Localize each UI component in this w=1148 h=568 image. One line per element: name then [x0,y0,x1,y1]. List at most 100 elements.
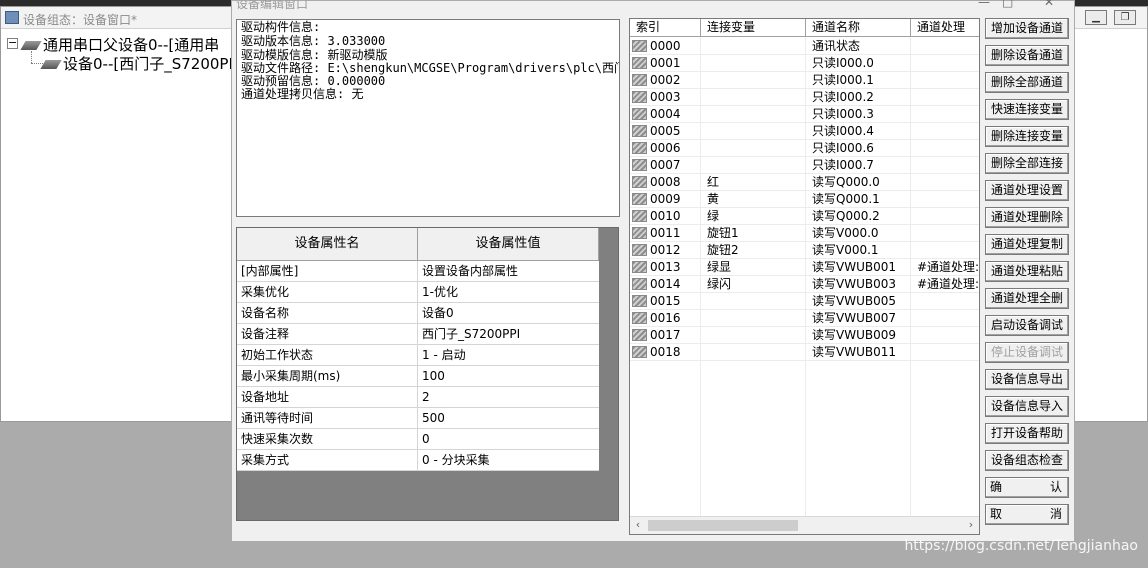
property-value[interactable]: 设置设备内部属性 [418,261,599,282]
property-row[interactable]: 设备地址 2 [237,387,599,408]
scroll-left-icon[interactable]: ‹ [630,517,646,534]
channel-row-icon [632,244,647,256]
property-value[interactable]: 0 [418,429,599,450]
channel-row[interactable]: 0010 绿 读写Q000.2 [630,208,979,225]
tree-item-root[interactable]: 通用串口父设备0--[通用串 [20,34,219,55]
channel-row[interactable]: 0018 读写VWUB011 [630,344,979,361]
dialog-minimize-icon[interactable]: — [978,0,990,9]
channel-row-icon [632,159,647,171]
channel-name: 读写V000.0 [812,226,879,240]
tree-item-device0-label: 设备0--[西门子_S7200PI [63,55,233,73]
channel-index: 0016 [630,310,700,327]
column-header-index[interactable]: 索引 [630,19,701,37]
channel-name: 读写Q000.1 [812,192,880,206]
column-header-variable[interactable]: 连接变量 [701,19,806,37]
channel-row[interactable]: 0003 只读I000.2 [630,89,979,106]
channel-row[interactable]: 0014 绿闪 读写VWUB003 #通道处理: [630,276,979,293]
action-button[interactable]: 设备信息导出 [985,369,1069,390]
property-row[interactable]: 最小采集周期(ms) 100 [237,366,599,387]
driver-info-line: 驱动版本信息: 3.033000 [241,34,386,48]
scroll-right-icon[interactable]: › [963,517,979,534]
channel-row[interactable]: 0006 只读I000.6 [630,140,979,157]
channel-row[interactable]: 0005 只读I000.4 [630,123,979,140]
action-button[interactable]: 删除全部通道 [985,72,1069,93]
channel-row[interactable]: 0000 通讯状态 [630,38,979,55]
action-button[interactable]: 设备信息导入 [985,396,1069,417]
action-button[interactable]: 启动设备调试 [985,315,1069,336]
horizontal-scrollbar[interactable]: ‹ › [630,516,979,534]
channel-row[interactable]: 0008 红 读写Q000.0 [630,174,979,191]
dialog-maximize-icon[interactable]: □ [1002,0,1013,9]
property-row[interactable]: 采集优化 1-优化 [237,282,599,303]
channel-index: 0011 [630,225,700,242]
tree-collapse-icon[interactable]: − [7,37,18,49]
channel-variable [701,310,805,327]
channel-index-text: 0014 [650,277,681,291]
channel-row-icon [632,125,647,137]
restore-button[interactable]: ❐ [1114,10,1136,25]
channel-row[interactable]: 0009 黄 读写Q000.1 [630,191,979,208]
channel-row[interactable]: 0016 读写VWUB007 [630,310,979,327]
channel-index: 0008 [630,174,700,191]
channel-row-icon [632,108,647,120]
dialog-close-icon[interactable]: ✕ [1044,0,1054,9]
property-row[interactable]: 设备名称 设备0 [237,303,599,324]
action-button[interactable]: 通道处理复制 [985,234,1069,255]
action-button[interactable]: 打开设备帮助 [985,423,1069,444]
action-button[interactable]: 删除连接变量 [985,126,1069,147]
channel-row[interactable]: 0002 只读I000.1 [630,72,979,89]
channel-name: 读写VWUB001 [812,260,896,274]
channel-index: 0006 [630,140,700,157]
minimize-button[interactable]: ▁ [1085,10,1107,25]
channel-row[interactable]: 0012 旋钮2 读写V000.1 [630,242,979,259]
property-value[interactable]: 0 - 分块采集 [418,450,599,471]
property-value[interactable]: 100 [418,366,599,387]
column-header-channel-name[interactable]: 通道名称 [806,19,911,37]
channel-row[interactable]: 0015 读写VWUB005 [630,293,979,310]
channel-variable [701,72,805,89]
channel-row[interactable]: 0013 绿显 读写VWUB001 #通道处理: [630,259,979,276]
channel-row[interactable]: 0007 只读I000.7 [630,157,979,174]
property-value[interactable]: 1-优化 [418,282,599,303]
property-row[interactable]: [内部属性] 设置设备内部属性 [237,261,599,282]
channel-row[interactable]: 0017 读写VWUB009 [630,327,979,344]
action-button[interactable]: 通道处理删除 [985,207,1069,228]
channel-row[interactable]: 0011 旋钮1 读写V000.0 [630,225,979,242]
action-button[interactable]: 增加设备通道 [985,18,1069,39]
property-value[interactable]: 1 - 启动 [418,345,599,366]
property-value[interactable]: 设备0 [418,303,599,324]
action-button[interactable]: 通道处理设置 [985,180,1069,201]
column-header-processing[interactable]: 通道处理 [911,19,979,37]
property-row[interactable]: 采集方式 0 - 分块采集 [237,450,599,471]
property-row[interactable]: 快速采集次数 0 [237,429,599,450]
channel-variable: 绿闪 [707,277,732,291]
property-value[interactable]: 2 [418,387,599,408]
property-row[interactable]: 设备注释 西门子_S7200PPI [237,324,599,345]
channel-index-text: 0000 [650,39,681,53]
channel-index: 0017 [630,327,700,344]
property-value[interactable]: 西门子_S7200PPI [418,324,599,345]
property-row[interactable]: 通讯等待时间 500 [237,408,599,429]
cancel-button[interactable]: 取 消 [985,504,1069,525]
channel-row[interactable]: 0004 只读I000.3 [630,106,979,123]
channel-variable: 旋钮2 [707,243,739,257]
channel-variable [701,344,805,361]
confirm-button[interactable]: 确 认 [985,477,1069,498]
scrollbar-thumb[interactable] [648,520,798,531]
action-button[interactable]: 设备组态检查 [985,450,1069,471]
action-button[interactable]: 删除设备通道 [985,45,1069,66]
channel-index-text: 0016 [650,311,681,325]
action-button[interactable]: 通道处理粘贴 [985,261,1069,282]
action-button[interactable]: 快速连接变量 [985,99,1069,120]
channel-processing [911,106,979,123]
action-button[interactable]: 通道处理全删 [985,288,1069,309]
channel-variable [701,123,805,140]
property-value[interactable]: 500 [418,408,599,429]
channel-name: 只读I000.1 [812,73,874,87]
tree-item-device0[interactable]: 设备0--[西门子_S7200PI [40,53,233,74]
property-row[interactable]: 初始工作状态 1 - 启动 [237,345,599,366]
action-button[interactable]: 删除全部连接 [985,153,1069,174]
channel-variable [701,293,805,310]
app-icon [5,11,19,24]
channel-row[interactable]: 0001 只读I000.0 [630,55,979,72]
